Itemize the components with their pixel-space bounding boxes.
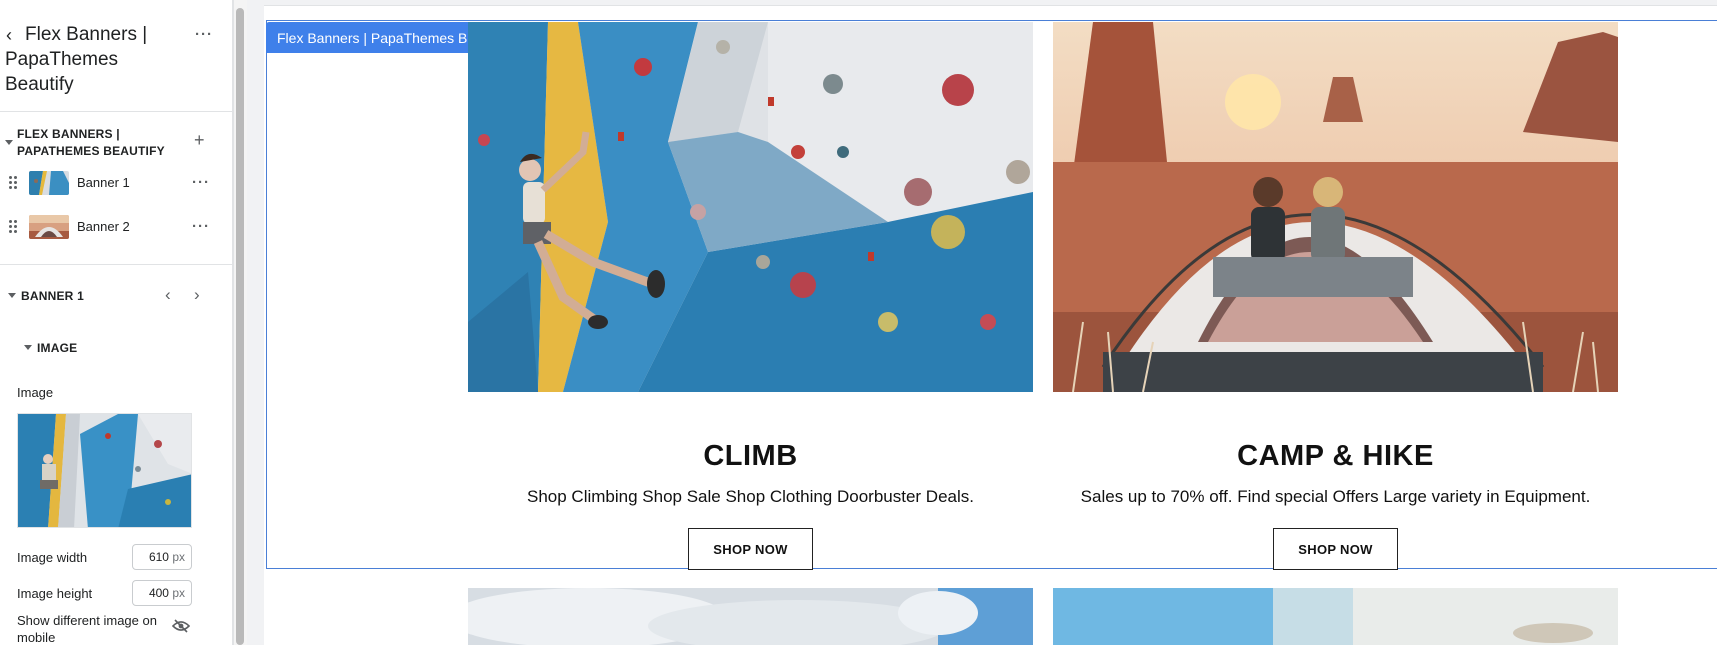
banner-title: CLIMB — [703, 440, 798, 472]
image-width-value: 610 — [148, 550, 169, 564]
mobile-image-toggle-label: Show different image on mobile — [17, 613, 157, 645]
banner-title: CAMP & HIKE — [1237, 440, 1434, 472]
image-group-header[interactable]: IMAGE — [0, 338, 232, 358]
sidebar-divider — [0, 264, 232, 265]
block-label: Banner 2 — [77, 219, 130, 234]
image-width-unit: px — [172, 550, 185, 564]
next-block-icon[interactable]: › — [194, 286, 200, 303]
image-field-label: Image — [17, 385, 54, 400]
collapse-caret-icon[interactable] — [24, 345, 32, 350]
image-height-value: 400 — [148, 586, 169, 600]
previous-block-icon[interactable]: ‹ — [165, 286, 171, 303]
shop-now-button[interactable]: SHOP NOW — [688, 528, 813, 570]
section-block-list-header[interactable]: FLEX BANNERS | PAPATHEMES BEAUTIFY + — [0, 125, 232, 165]
block-options-icon[interactable]: ··· — [192, 219, 210, 234]
sidebar-header: ‹ Flex Banners | PapaThemes Beautify ··· — [0, 20, 232, 112]
block-item-banner-2[interactable]: Banner 2 ··· — [0, 210, 232, 244]
banner-description: Shop Climbing Shop Sale Shop Clothing Do… — [527, 487, 974, 506]
section-title: Flex Banners | PapaThemes Beautify — [5, 24, 148, 95]
image-picker[interactable] — [17, 413, 192, 528]
more-options-icon[interactable]: ··· — [195, 27, 213, 42]
banner-description: Sales up to 70% off. Find special Offers… — [1080, 487, 1591, 506]
drag-handle-icon[interactable] — [9, 220, 17, 234]
block-label: Banner 1 — [77, 175, 130, 190]
image-height-input[interactable]: 400 px — [132, 580, 192, 606]
block-options-icon[interactable]: ··· — [192, 175, 210, 190]
climbing-wall-image[interactable] — [468, 22, 1033, 392]
block-item-banner-1[interactable]: Banner 1 ··· — [0, 166, 232, 200]
image-width-label: Image width — [17, 550, 88, 565]
editor-sidebar: ‹ Flex Banners | PapaThemes Beautify ···… — [0, 0, 233, 645]
desert-tent-image[interactable] — [1053, 22, 1618, 392]
shop-now-button[interactable]: SHOP NOW — [1273, 528, 1398, 570]
drag-handle-icon[interactable] — [9, 176, 17, 190]
block-settings-title: BANNER 1 — [21, 289, 84, 303]
image-height-label: Image height — [17, 586, 93, 601]
banner-image-beach[interactable] — [1053, 588, 1618, 645]
image-height-unit: px — [172, 586, 185, 600]
banner-image-sky[interactable] — [468, 588, 1033, 645]
banner-1-thumbnail — [29, 171, 69, 195]
collapse-caret-icon[interactable] — [8, 293, 16, 298]
collapse-caret-icon[interactable] — [5, 140, 13, 145]
section-list-title: FLEX BANNERS | PAPATHEMES BEAUTIFY — [17, 127, 165, 158]
image-width-input[interactable]: 610 px — [132, 544, 192, 570]
eye-off-icon[interactable] — [171, 619, 191, 633]
sidebar-scrollbar-thumb[interactable] — [236, 8, 244, 645]
add-block-icon[interactable]: + — [194, 131, 205, 149]
block-settings-header[interactable]: BANNER 1 ‹ › — [0, 286, 232, 306]
image-group-title: IMAGE — [37, 341, 78, 355]
banner-2-thumbnail — [29, 215, 69, 239]
